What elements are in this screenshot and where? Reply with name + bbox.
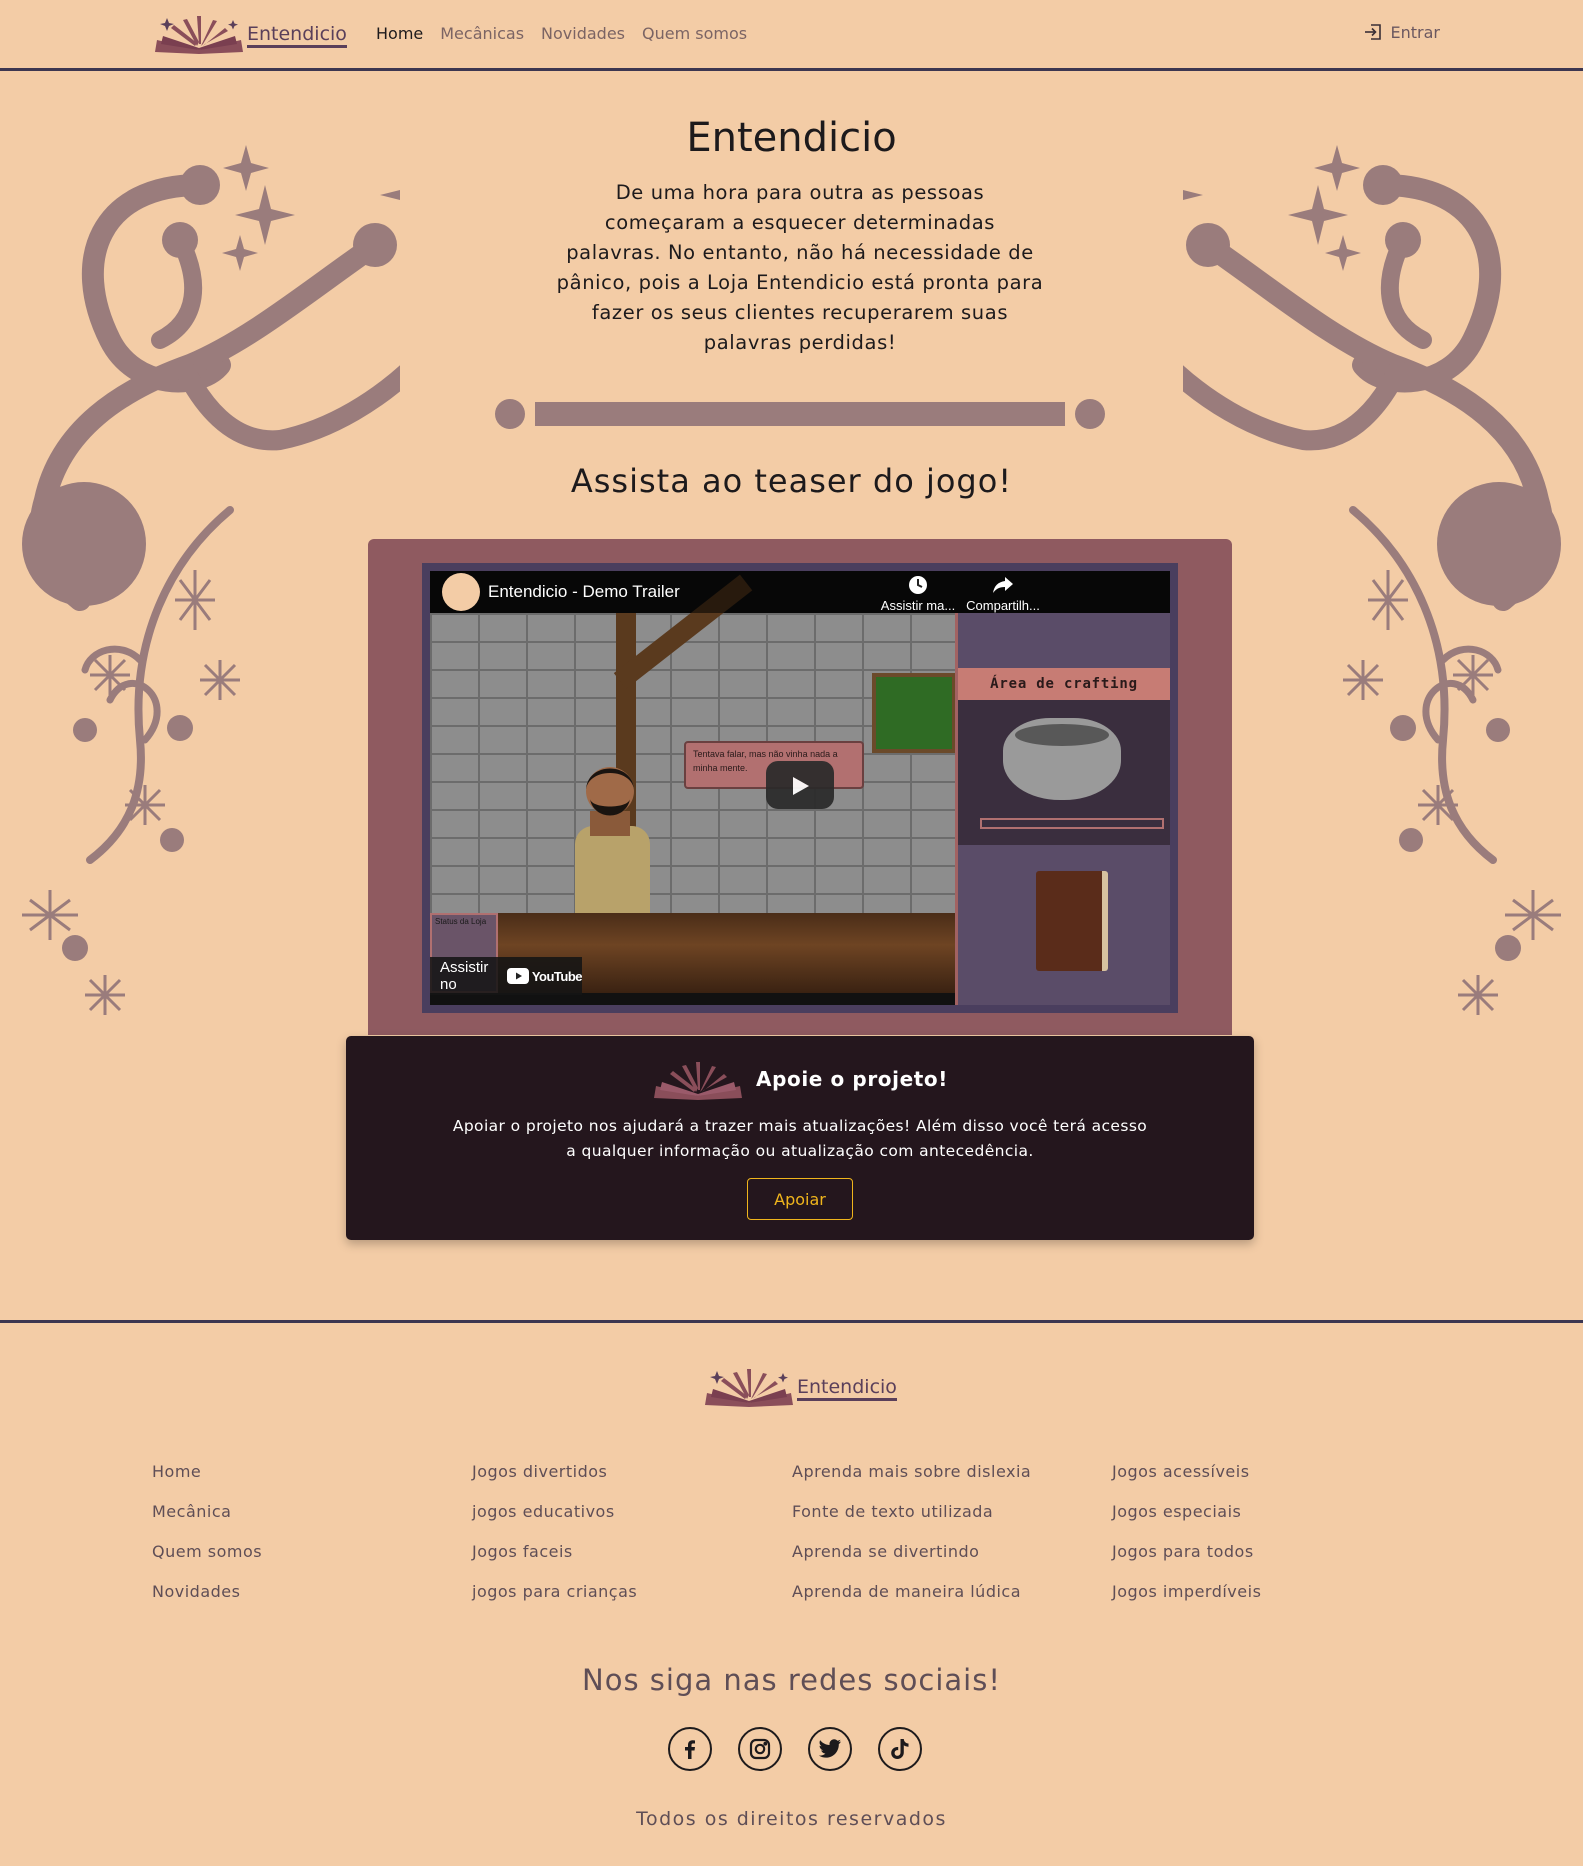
support-title: Apoie o projeto! bbox=[756, 1067, 948, 1091]
nav-link-home[interactable]: Home bbox=[376, 24, 423, 43]
hero-description: De uma hora para outra as pessoas começa… bbox=[556, 181, 1044, 354]
game-side-panel: Área de crafting bbox=[955, 613, 1170, 1005]
youtube-wordmark: YouTube bbox=[531, 968, 583, 984]
share-icon bbox=[993, 577, 1013, 593]
main-nav: Home Mecânicas Novidades Quem somos bbox=[376, 24, 747, 43]
game-panel-title: Área de crafting bbox=[958, 668, 1170, 700]
footer-link[interactable]: Fonte de texto utilizada bbox=[792, 1501, 1112, 1522]
footer: Entendicio Home Mecânica Quem somos Novi… bbox=[0, 1320, 1583, 1866]
tiktok-link[interactable] bbox=[878, 1727, 922, 1771]
play-button[interactable] bbox=[766, 761, 834, 809]
instagram-link[interactable] bbox=[738, 1727, 782, 1771]
twitter-icon bbox=[818, 1739, 841, 1758]
brand-name: Entendicio bbox=[247, 24, 347, 48]
right-swirl-decoration bbox=[1183, 145, 1561, 1015]
footer-link[interactable]: Home bbox=[152, 1461, 472, 1482]
clock-icon bbox=[909, 576, 927, 594]
nav-link-quem-somos[interactable]: Quem somos bbox=[642, 24, 747, 43]
video-section: Tentava falar, mas não vinha nada a minh… bbox=[368, 539, 1232, 1035]
footer-link[interactable]: Mecânica bbox=[152, 1501, 472, 1522]
share-label: Compartilh... bbox=[966, 598, 1040, 613]
footer-column-learn: Aprenda mais sobre dislexia Fonte de tex… bbox=[792, 1461, 1112, 1602]
watch-on-label: Assistir no bbox=[440, 959, 489, 993]
footer-brand-logo[interactable]: Entendicio bbox=[703, 1365, 897, 1407]
open-book-logo-icon bbox=[155, 16, 243, 54]
footer-link[interactable]: Aprenda mais sobre dislexia bbox=[792, 1461, 1112, 1482]
login-button[interactable]: Entrar bbox=[1363, 22, 1440, 42]
teaser-title: Assista ao teaser do jogo! bbox=[570, 462, 1013, 500]
brand-logo[interactable]: Entendicio bbox=[153, 12, 347, 54]
footer-column-games: Jogos divertidos jogos educativos Jogos … bbox=[472, 1461, 792, 1602]
watch-on-youtube-button[interactable]: Assistir no YouTube bbox=[430, 957, 583, 995]
hero-title: Entendicio bbox=[686, 115, 897, 161]
footer-link[interactable]: Jogos faceis bbox=[472, 1541, 792, 1562]
cauldron-icon bbox=[1003, 718, 1121, 800]
login-label: Entrar bbox=[1390, 22, 1440, 42]
instagram-icon bbox=[749, 1738, 771, 1760]
support-text: Apoiar o projeto nos ajudará a trazer ma… bbox=[452, 1117, 1148, 1160]
channel-avatar[interactable] bbox=[442, 573, 480, 611]
footer-link[interactable]: Jogos acessíveis bbox=[1112, 1461, 1432, 1482]
navbar: Entendicio Home Mecânicas Novidades Quem… bbox=[0, 0, 1583, 71]
video-border: Tentava falar, mas não vinha nada a minh… bbox=[422, 563, 1178, 1013]
youtube-embed[interactable]: Tentava falar, mas não vinha nada a minh… bbox=[430, 571, 1170, 1005]
social-links bbox=[668, 1727, 922, 1771]
twitter-link[interactable] bbox=[808, 1727, 852, 1771]
facebook-icon bbox=[685, 1740, 695, 1759]
footer-link[interactable]: Jogos divertidos bbox=[472, 1461, 792, 1482]
copyright-text: Todos os direitos reservados bbox=[636, 1808, 947, 1830]
footer-link[interactable]: jogos educativos bbox=[472, 1501, 792, 1522]
footer-link[interactable]: Novidades bbox=[152, 1581, 472, 1602]
youtube-logo: YouTube bbox=[506, 968, 583, 984]
share-button[interactable]: Compartilh... bbox=[958, 575, 1048, 613]
youtube-icon bbox=[506, 968, 529, 984]
tiktok-icon bbox=[891, 1739, 909, 1759]
footer-column-accessible: Jogos acessíveis Jogos especiais Jogos p… bbox=[1112, 1461, 1432, 1602]
footer-link[interactable]: Quem somos bbox=[152, 1541, 472, 1562]
footer-link[interactable]: Aprenda se divertindo bbox=[792, 1541, 1112, 1562]
footer-link[interactable]: Jogos para todos bbox=[1112, 1541, 1432, 1562]
support-card: Apoie o projeto! Apoiar o projeto nos aj… bbox=[346, 1036, 1254, 1240]
footer-links: Home Mecânica Quem somos Novidades Jogos… bbox=[152, 1461, 1432, 1602]
login-icon bbox=[1364, 24, 1381, 40]
footer-link[interactable]: Jogos especiais bbox=[1112, 1501, 1432, 1522]
facebook-link[interactable] bbox=[668, 1727, 712, 1771]
footer-brand-name: Entendicio bbox=[797, 1377, 897, 1401]
nav-link-mecanicas[interactable]: Mecânicas bbox=[440, 24, 524, 43]
watch-later-button[interactable]: Assistir ma... bbox=[873, 575, 963, 613]
footer-link[interactable]: Jogos imperdíveis bbox=[1112, 1581, 1432, 1602]
open-book-icon bbox=[654, 1062, 742, 1100]
crafting-progress-bar bbox=[980, 818, 1164, 829]
nav-link-novidades[interactable]: Novidades bbox=[541, 24, 625, 43]
watch-later-label: Assistir ma... bbox=[880, 598, 956, 613]
footer-column-site: Home Mecânica Quem somos Novidades bbox=[152, 1461, 472, 1602]
support-button[interactable]: Apoiar bbox=[747, 1178, 853, 1220]
video-title[interactable]: Entendicio - Demo Trailer bbox=[488, 582, 680, 602]
crafting-area bbox=[958, 700, 1170, 845]
footer-link[interactable]: jogos para crianças bbox=[472, 1581, 792, 1602]
support-header: Apoie o projeto! bbox=[346, 1058, 1254, 1100]
section-divider bbox=[495, 399, 1105, 429]
game-window bbox=[872, 673, 956, 753]
book-icon bbox=[1036, 871, 1108, 971]
social-title: Nos siga nas redes sociais! bbox=[582, 1663, 1001, 1697]
left-swirl-decoration bbox=[22, 145, 400, 1015]
open-book-logo-icon bbox=[705, 1369, 793, 1407]
youtube-title-bar: Entendicio - Demo Trailer Assistir ma...… bbox=[430, 571, 1170, 613]
footer-link[interactable]: Aprenda de maneira lúdica bbox=[792, 1581, 1112, 1602]
